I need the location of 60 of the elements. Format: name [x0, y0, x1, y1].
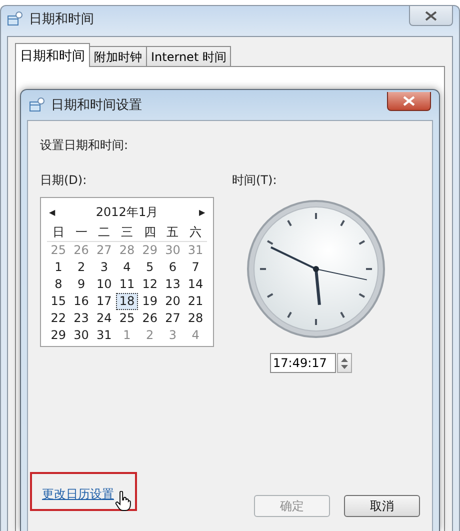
- month-title[interactable]: 2012年1月: [96, 204, 158, 220]
- weekday-label: 五: [166, 224, 180, 241]
- down-arrow-icon: [341, 364, 348, 368]
- close-icon: [425, 10, 437, 20]
- previous-month-button[interactable]: ◀: [47, 208, 57, 216]
- weekday-label: 四: [142, 224, 157, 241]
- up-arrow-icon: [341, 358, 348, 362]
- tab[interactable]: 附加时钟: [89, 46, 147, 66]
- window-title: 日期和时间: [29, 11, 94, 28]
- calendar-day[interactable]: 27: [161, 310, 184, 327]
- calendar-day[interactable]: 30: [70, 327, 93, 344]
- calendar-day[interactable]: 24: [92, 310, 116, 327]
- calendar-day[interactable]: 17: [92, 293, 116, 310]
- calendar-day[interactable]: 9: [70, 276, 93, 293]
- calendar-day[interactable]: 10: [92, 276, 116, 293]
- calendar-day[interactable]: 3: [92, 259, 116, 276]
- calendar-day[interactable]: 4: [116, 259, 138, 276]
- dialog-button[interactable]: 取消: [344, 495, 420, 517]
- calendar-day[interactable]: 15: [47, 293, 70, 310]
- calendar-day[interactable]: 11: [116, 276, 138, 293]
- calendar-day[interactable]: 23: [70, 310, 93, 327]
- tab[interactable]: Internet 时间: [146, 46, 232, 66]
- instruction-text: 设置日期和时间:: [40, 137, 130, 154]
- calendar-day[interactable]: 19: [138, 293, 162, 310]
- time-label: 时间(T):: [232, 172, 277, 189]
- weekday-label: 六: [188, 224, 203, 241]
- calendar-day[interactable]: 28: [184, 310, 207, 327]
- calendar-day[interactable]: 20: [161, 293, 184, 310]
- calendar-day[interactable]: 12: [138, 276, 162, 293]
- weekday-label: 日: [51, 224, 66, 241]
- weekday-label: 二: [97, 224, 112, 241]
- close-icon: [403, 96, 415, 106]
- calendar-day[interactable]: 21: [184, 293, 207, 310]
- calendar-day[interactable]: 22: [47, 310, 70, 327]
- calendar-day[interactable]: 18: [116, 293, 138, 310]
- calendar-day[interactable]: 14: [184, 276, 207, 293]
- calendar-day[interactable]: 31: [92, 327, 116, 344]
- calendar-day[interactable]: 26: [138, 310, 162, 327]
- calendar-day[interactable]: 16: [70, 293, 93, 310]
- close-button[interactable]: [387, 92, 431, 110]
- next-month-button[interactable]: ▶: [197, 208, 207, 216]
- calendar-day[interactable]: 29: [47, 327, 70, 344]
- calendar-day[interactable]: 2: [70, 259, 93, 276]
- time-spinner[interactable]: [337, 353, 352, 373]
- calendar-day[interactable]: 7: [184, 259, 207, 276]
- weekday-label: 一: [74, 224, 88, 241]
- time-field[interactable]: 17:49:17: [270, 353, 336, 373]
- calendar-day[interactable]: 6: [161, 259, 184, 276]
- calendar-day[interactable]: 5: [138, 259, 162, 276]
- calendar-day[interactable]: 8: [47, 276, 70, 293]
- hand-cursor-icon: [115, 491, 131, 511]
- tab[interactable]: 日期和时间: [15, 43, 90, 67]
- calendar-day[interactable]: 13: [161, 276, 184, 293]
- dialog-title: 日期和时间设置: [51, 97, 142, 114]
- date-label: 日期(D):: [40, 172, 88, 189]
- calendar-day[interactable]: 1: [47, 259, 70, 276]
- calendar-settings-link[interactable]: 更改日历设置: [42, 486, 114, 503]
- calendar-day[interactable]: 25: [116, 310, 138, 327]
- close-button[interactable]: [409, 6, 453, 26]
- weekday-label: 三: [120, 224, 134, 241]
